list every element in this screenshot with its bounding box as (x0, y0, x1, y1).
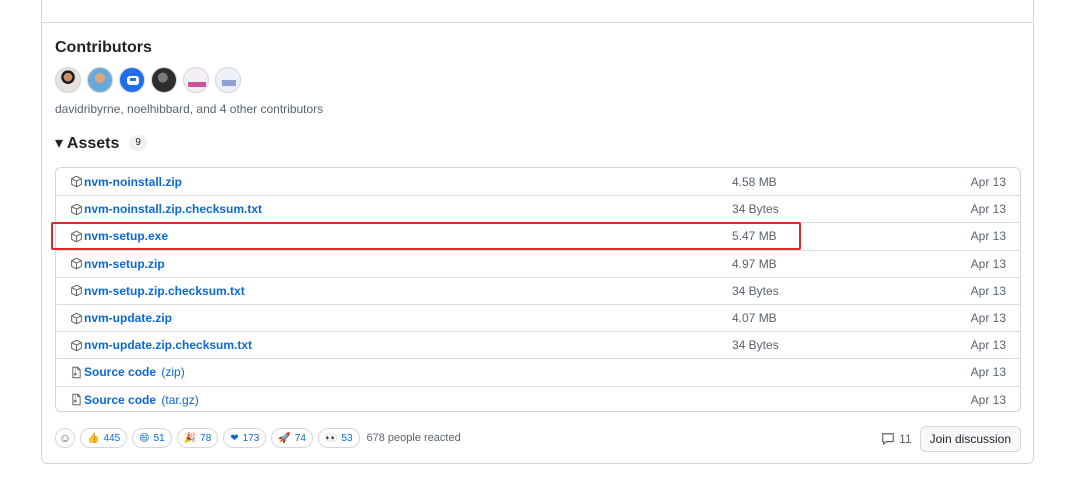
asset-link[interactable]: Source code (tar.gz) (70, 393, 199, 407)
asset-name: nvm-noinstall.zip (84, 174, 183, 189)
asset-date: Apr 13 (970, 283, 1006, 298)
package-icon (70, 203, 83, 216)
contributors-summary: davidribyrne, noelhibbard, and 4 other c… (55, 102, 324, 116)
reaction-buttons: 👍 445 😄 51 🎉 78 ❤ 173 🚀 74 👀 53 (80, 428, 360, 448)
asset-link[interactable]: nvm-setup.exe (70, 229, 168, 243)
asset-name: nvm-setup.zip.checksum.txt (84, 283, 245, 298)
join-discussion-button[interactable]: Join discussion (919, 426, 1021, 452)
reaction-count: 53 (341, 432, 353, 444)
asset-date: Apr 13 (970, 338, 1006, 353)
avatar[interactable] (87, 67, 113, 93)
package-icon (70, 230, 83, 243)
asset-name: Source code (84, 392, 157, 407)
thumbs-up-icon: 👍 (87, 432, 100, 444)
asset-size: 34 Bytes (732, 283, 779, 298)
reaction-eyes-button[interactable]: 👀 53 (317, 428, 360, 448)
asset-format: (zip) (161, 365, 185, 380)
reaction-laugh-button[interactable]: 😄 51 (132, 428, 172, 448)
asset-date: Apr 13 (970, 256, 1006, 271)
reactions-bar: ☺ 👍 445 😄 51 🎉 78 ❤ 173 🚀 74 👀 53 678 people reacte… (55, 428, 461, 448)
comment-icon (882, 433, 894, 445)
contributors-heading: Contributors (55, 39, 152, 56)
laugh-icon: 😄 (139, 432, 150, 444)
reaction-hooray-button[interactable]: 🎉 78 (176, 428, 219, 448)
asset-date: Apr 13 (970, 311, 1006, 326)
reaction-count: 74 (294, 432, 306, 444)
reaction-heart-button[interactable]: ❤ 173 (223, 428, 267, 448)
hooray-icon: 🎉 (183, 432, 197, 444)
asset-date: Apr 13 (970, 392, 1006, 407)
asset-date: Apr 13 (970, 229, 1006, 244)
file-zip-icon (70, 366, 83, 379)
asset-link[interactable]: nvm-setup.zip.checksum.txt (70, 284, 245, 298)
heart-icon: ❤ (230, 432, 239, 444)
reaction-count: 78 (200, 432, 212, 444)
comment-count[interactable]: 11 (881, 432, 912, 446)
assets-count-badge: 9 (129, 135, 147, 151)
asset-date: Apr 13 (970, 365, 1006, 380)
asset-link[interactable]: nvm-update.zip.checksum.txt (70, 338, 252, 352)
asset-row: nvm-setup.zip.checksum.txt 34 Bytes Apr 13 (56, 276, 1020, 304)
comment-count-value: 11 (899, 432, 912, 446)
asset-size: 34 Bytes (732, 338, 779, 353)
asset-size: 5.47 MB (732, 229, 777, 244)
reaction-thumbs-up-button[interactable]: 👍 445 (80, 428, 128, 448)
asset-row: nvm-setup.zip 4.97 MB Apr 13 (56, 249, 1020, 277)
reactions-summary: 678 people reacted (366, 432, 461, 444)
discussion-area: 11 Join discussion (881, 426, 1021, 452)
assets-toggle[interactable]: ▾ Assets 9 (55, 133, 147, 153)
asset-row: nvm-noinstall.zip.checksum.txt 34 Bytes Ap… (56, 195, 1020, 222)
rocket-icon: 🚀 (278, 432, 291, 444)
asset-row: Source code (tar.gz) Apr 13 (56, 385, 1020, 412)
asset-size: 34 Bytes (732, 202, 779, 217)
asset-row: nvm-setup.exe 5.47 MB Apr 13 (56, 222, 1020, 249)
package-icon (70, 284, 83, 297)
avatar[interactable] (119, 67, 145, 93)
assets-list: nvm-noinstall.zip 4.58 MB Apr 13 nvm-noinst… (55, 167, 1021, 412)
reaction-rocket-button[interactable]: 🚀 74 (271, 428, 313, 448)
asset-link[interactable]: nvm-setup.zip (70, 257, 165, 271)
package-icon (70, 257, 83, 270)
package-icon (70, 175, 83, 188)
asset-size: 4.07 MB (732, 311, 777, 326)
file-zip-icon (70, 393, 83, 406)
asset-date: Apr 13 (970, 202, 1006, 217)
package-icon (70, 339, 83, 352)
asset-size: 4.97 MB (732, 256, 777, 271)
asset-link[interactable]: Source code (zip) (70, 365, 185, 379)
avatar[interactable] (151, 67, 177, 93)
asset-row: nvm-update.zip 4.07 MB Apr 13 (56, 303, 1020, 331)
avatar[interactable] (183, 67, 209, 93)
eyes-icon: 👀 (324, 432, 338, 444)
contributor-avatars (55, 67, 241, 93)
add-reaction-button[interactable]: ☺ (55, 428, 75, 448)
package-icon (70, 312, 83, 325)
avatar[interactable] (55, 67, 81, 93)
assets-heading: ▾ Assets (55, 135, 120, 152)
asset-link[interactable]: nvm-update.zip (70, 311, 172, 325)
reaction-count: 445 (103, 432, 121, 444)
asset-format: (tar.gz) (161, 392, 199, 407)
asset-name: nvm-setup.exe (84, 229, 169, 244)
asset-row: Source code (zip) Apr 13 (56, 358, 1020, 385)
asset-link[interactable]: nvm-noinstall.zip.checksum.txt (70, 202, 262, 216)
asset-name: nvm-update.zip.checksum.txt (84, 338, 253, 353)
asset-row: nvm-noinstall.zip 4.58 MB Apr 13 (56, 168, 1020, 195)
asset-name: nvm-setup.zip (84, 256, 165, 271)
avatar[interactable] (215, 67, 241, 93)
reaction-count: 173 (242, 432, 260, 444)
asset-date: Apr 13 (970, 174, 1006, 189)
divider (41, 22, 1034, 23)
reaction-count: 51 (153, 432, 165, 444)
asset-name: Source code (84, 365, 157, 380)
asset-row: nvm-update.zip.checksum.txt 34 Bytes Apr 1… (56, 331, 1020, 358)
asset-size: 4.58 MB (732, 174, 777, 189)
asset-name: nvm-update.zip (84, 311, 173, 326)
asset-link[interactable]: nvm-noinstall.zip (70, 175, 182, 189)
asset-name: nvm-noinstall.zip.checksum.txt (84, 202, 263, 217)
